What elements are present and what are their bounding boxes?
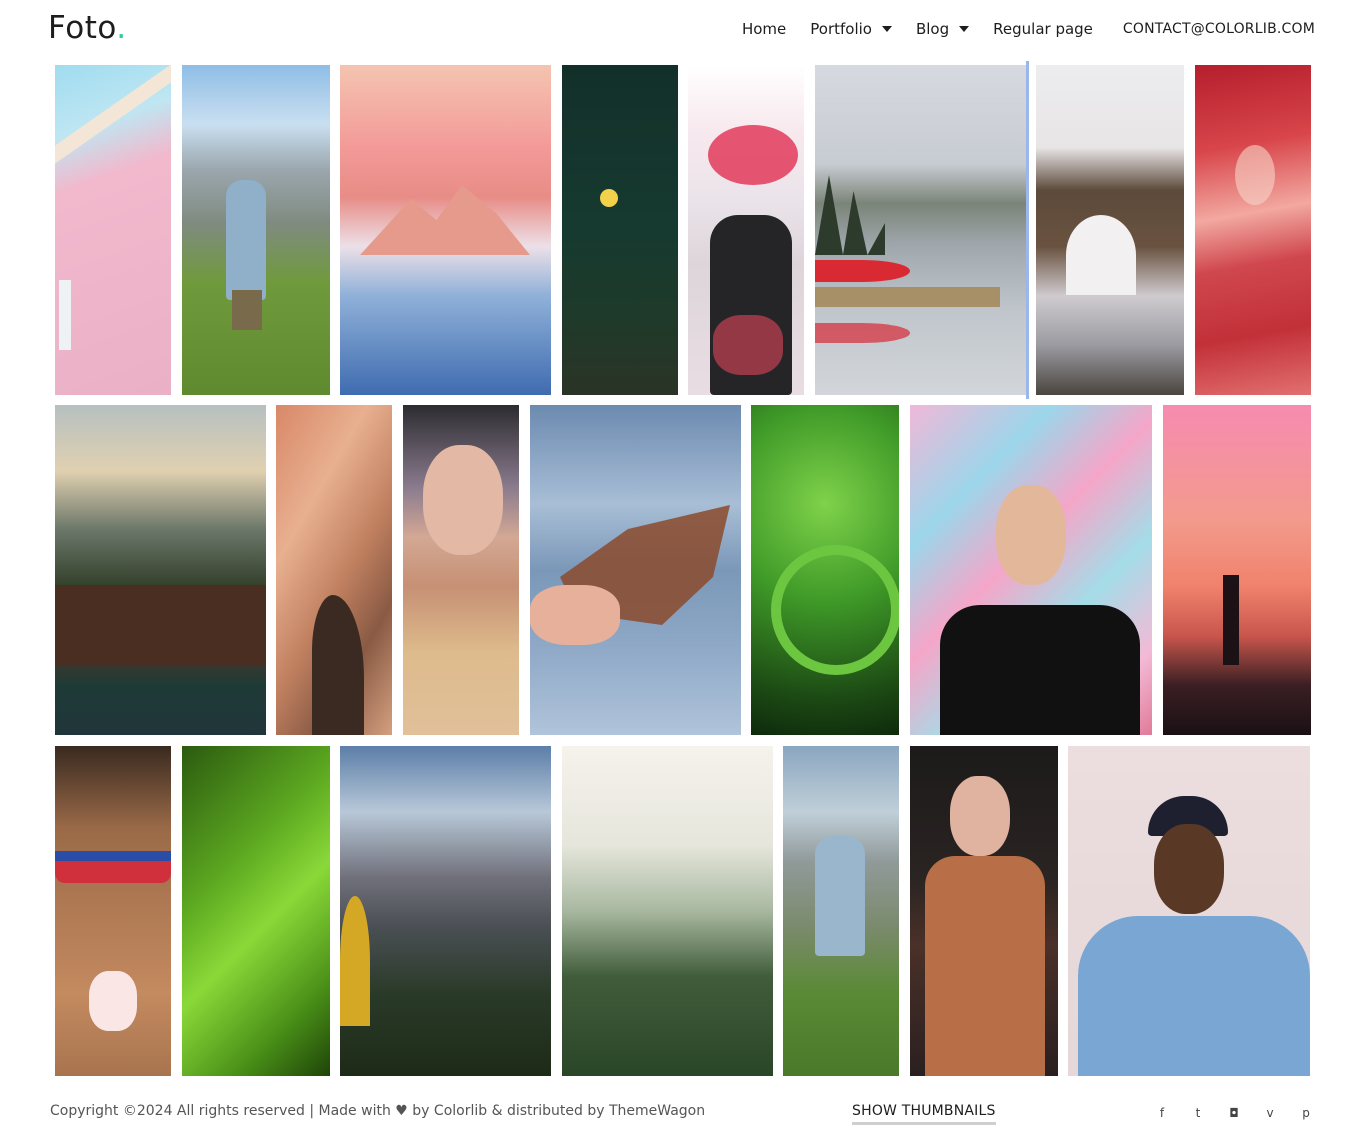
photo-man-blue-sweater[interactable] <box>1068 746 1310 1076</box>
heart-icon: ♥ <box>395 1103 408 1119</box>
photo-boathouse-lake[interactable] <box>55 405 266 735</box>
photo-hiker-mountains-small[interactable] <box>783 746 899 1076</box>
nav-portfolio[interactable]: Portfolio <box>810 20 892 38</box>
photo-man-cap-mural[interactable] <box>910 405 1152 735</box>
photo-woman-brown-coat[interactable] <box>910 746 1058 1076</box>
photo-hand-lionfish[interactable] <box>530 405 741 735</box>
pinterest-icon[interactable]: p <box>1296 1103 1316 1123</box>
main-nav: Home Portfolio Blog Regular page CONTACT… <box>718 20 1315 38</box>
scroll-indicator <box>1026 61 1029 399</box>
photo-sunset-silhouette[interactable] <box>1163 405 1311 735</box>
instagram-icon[interactable]: ◘ <box>1224 1103 1244 1123</box>
facebook-icon[interactable]: f <box>1152 1103 1172 1123</box>
nav-regular-page[interactable]: Regular page <box>993 20 1093 38</box>
site-header: Foto. Home Portfolio Blog Regular page C… <box>0 0 1366 60</box>
logo[interactable]: Foto. <box>48 10 127 46</box>
vimeo-icon[interactable]: v <box>1260 1103 1280 1123</box>
photo-rock-arch-sea[interactable] <box>1036 65 1184 395</box>
photo-woman-purple-hair[interactable] <box>403 405 519 735</box>
photo-boy-flag-glasses[interactable] <box>55 746 171 1076</box>
chevron-down-icon <box>959 26 970 32</box>
photo-hiker-mountains[interactable] <box>182 65 330 395</box>
photo-pink-building[interactable] <box>55 65 171 395</box>
nav-blog[interactable]: Blog <box>916 20 970 38</box>
photo-alpine-valley[interactable] <box>340 746 551 1076</box>
copyright-text: Copyright ©2024 All rights reserved | Ma… <box>50 1103 706 1119</box>
photo-pink-clouds-peak[interactable] <box>340 65 551 395</box>
show-thumbnails-button[interactable]: SHOW THUMBNAILS <box>852 1103 996 1125</box>
photo-green-leaf-closeup[interactable] <box>182 746 330 1076</box>
photo-foggy-forest[interactable] <box>562 746 773 1076</box>
photo-green-leaves[interactable] <box>751 405 899 735</box>
social-links: f t ◘ v p <box>1136 1103 1316 1123</box>
photo-lake-red-kayak[interactable] <box>815 65 1026 395</box>
photo-red-canyon[interactable] <box>1195 65 1311 395</box>
photo-red-smoke-person[interactable] <box>688 65 804 395</box>
chevron-down-icon <box>881 26 892 32</box>
photo-yellow-flower[interactable] <box>562 65 678 395</box>
nav-home[interactable]: Home <box>742 20 786 38</box>
nav-contact-email[interactable]: CONTACT@COLORLIB.COM <box>1123 21 1315 37</box>
twitter-icon[interactable]: t <box>1188 1103 1208 1123</box>
photo-sandstone-canyon[interactable] <box>276 405 392 735</box>
site-footer: Copyright ©2024 All rights reserved | Ma… <box>0 1095 1366 1135</box>
